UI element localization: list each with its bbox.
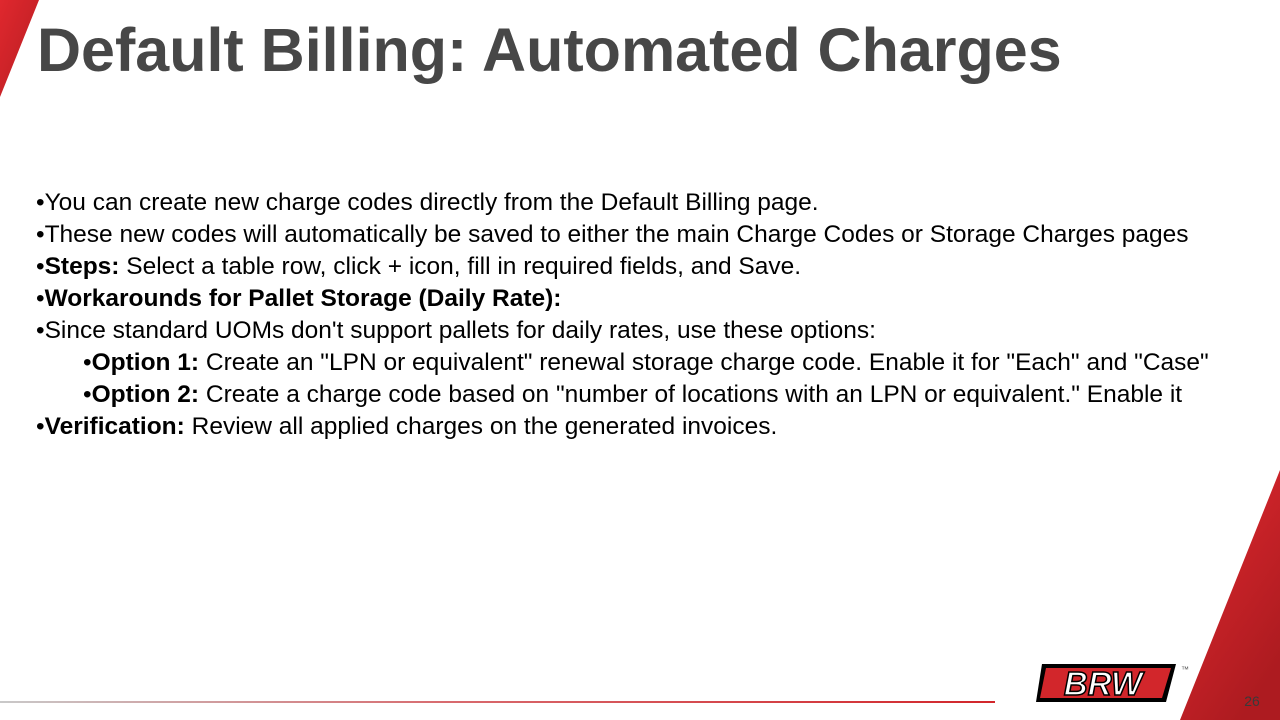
bullet-marker: • (36, 253, 45, 280)
bullet-item: •These new codes will automatically be s… (36, 219, 1280, 251)
page-number: 26 (1244, 693, 1260, 709)
footer-rule (0, 701, 995, 703)
bullet-item: •Steps: Select a table row, click + icon… (36, 251, 1280, 283)
corner-accent-top-left (0, 0, 39, 97)
bullet-item: •Verification: Review all applied charge… (36, 411, 1280, 443)
bullet-marker: • (36, 189, 45, 216)
bullet-lead: Option 1: (91, 349, 200, 376)
trademark-symbol: ™ (1181, 665, 1189, 674)
bullet-item: •Since standard UOMs don't support palle… (36, 315, 1280, 347)
bullet-list: •You can create new charge codes directl… (36, 187, 1280, 443)
slide-title: Default Billing: Automated Charges (37, 16, 1062, 84)
slide: Default Billing: Automated Charges •You … (0, 0, 1280, 720)
bullet-marker: • (83, 381, 92, 408)
bullet-text: Review all applied charges on the genera… (184, 413, 778, 440)
bullet-text: These new codes will automatically be sa… (44, 221, 1189, 248)
bullet-marker: • (36, 221, 45, 248)
bullet-text: You can create new charge codes directly… (44, 189, 819, 216)
bullet-text: Create a charge code based on "number of… (199, 381, 1183, 408)
bullet-marker: • (36, 413, 45, 440)
sub-bullet-item: •Option 1: Create an "LPN or equivalent"… (36, 347, 1280, 379)
bullet-marker: • (83, 349, 92, 376)
logo-wordmark: BRW (1064, 665, 1145, 702)
bullet-item: •You can create new charge codes directl… (36, 187, 1280, 219)
bullet-lead: Steps: (44, 253, 120, 280)
bullet-text: Since standard UOMs don't support pallet… (44, 317, 876, 344)
bullet-marker: • (36, 317, 45, 344)
bullet-lead: Verification: (44, 413, 185, 440)
corner-accent-bottom-right (1180, 470, 1280, 720)
brw-logo: BRW ™ (1036, 664, 1189, 703)
bullet-item: •Workarounds for Pallet Storage (Daily R… (36, 283, 1280, 315)
bullet-lead: Workarounds for Pallet Storage (Daily Ra… (44, 285, 562, 312)
sub-bullet-item: •Option 2: Create a charge code based on… (36, 379, 1280, 411)
bullet-text: Create an "LPN or equivalent" renewal st… (199, 349, 1209, 376)
bullet-text: Select a table row, click + icon, fill i… (119, 253, 802, 280)
bullet-lead: Option 2: (91, 381, 200, 408)
bullet-marker: • (36, 285, 45, 312)
